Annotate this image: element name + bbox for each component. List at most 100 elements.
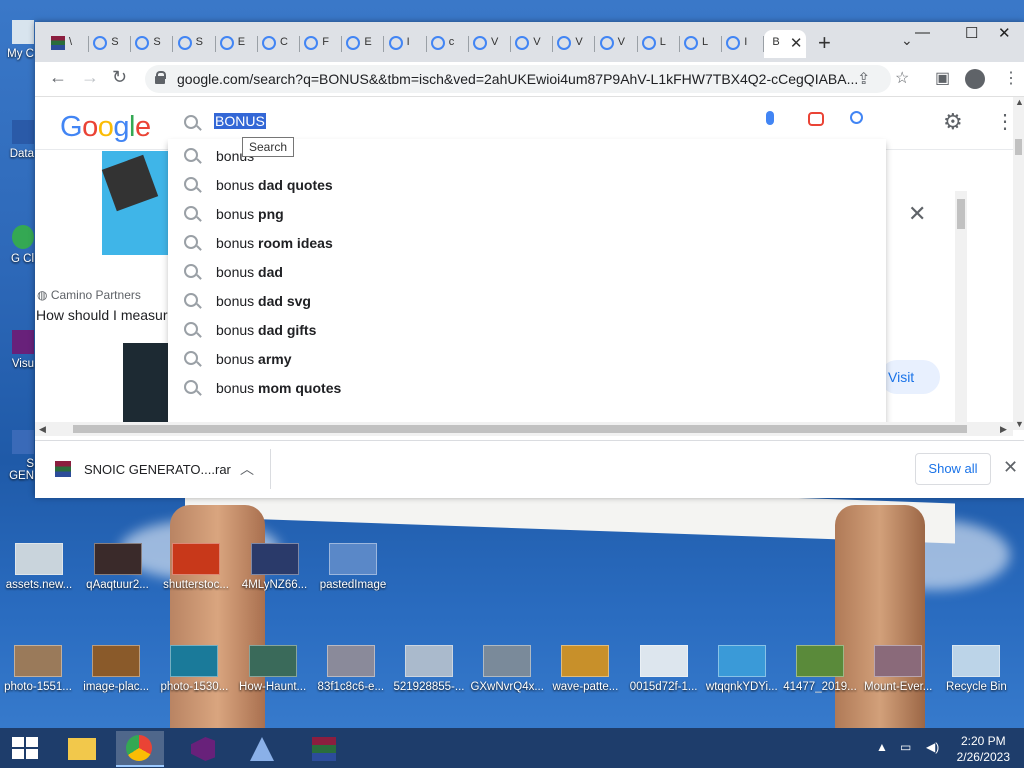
microphone-icon[interactable]: [766, 111, 774, 125]
tab-search-chevron-icon[interactable]: ⌄: [901, 32, 913, 49]
tab[interactable]: V: [469, 30, 511, 58]
taskbar-winrar[interactable]: [300, 731, 348, 765]
google-logo[interactable]: Google: [60, 111, 151, 144]
taskbar-chrome[interactable]: [116, 731, 164, 767]
result-image-thumbnail[interactable]: [101, 151, 168, 255]
tab[interactable]: S: [131, 30, 174, 58]
tab[interactable]: E: [216, 30, 258, 58]
volume-icon[interactable]: ◀): [926, 740, 939, 754]
desktop-icon[interactable]: qAaqtuur2...: [79, 543, 157, 591]
page-vertical-scrollbar[interactable]: ▲ ▼: [1013, 97, 1024, 430]
maximize-icon[interactable]: ☐: [965, 24, 978, 42]
tab[interactable]: E: [342, 30, 385, 58]
preview-scrollbar[interactable]: [955, 191, 967, 430]
tab[interactable]: S: [89, 30, 132, 58]
desktop-icon-visual-studio[interactable]: Visu: [0, 330, 34, 370]
desktop-icon[interactable]: GXwNvrQ4x...: [468, 645, 546, 693]
tab-active[interactable]: B ✕: [764, 30, 807, 58]
address-bar[interactable]: google.com/search?q=BONUS&&tbm=isch&ved=…: [145, 65, 891, 93]
tab[interactable]: C: [258, 30, 300, 58]
desktop-icon[interactable]: 4MLyNZ66...: [236, 543, 314, 591]
minimize-icon[interactable]: —: [915, 24, 930, 41]
scroll-thumb[interactable]: [1015, 139, 1022, 155]
result-source[interactable]: ◍ Camino Partners: [37, 288, 141, 302]
suggestion-item[interactable]: bonus mom quotes: [168, 373, 886, 402]
desktop-icon[interactable]: Recycle Bin: [937, 645, 1015, 693]
desktop-icon[interactable]: photo-1530...: [155, 645, 233, 693]
share-icon[interactable]: ⇪: [857, 69, 870, 89]
suggestion-item[interactable]: bonus room ideas: [168, 228, 886, 257]
scroll-thumb[interactable]: [73, 425, 967, 433]
tab[interactable]: \: [47, 30, 89, 58]
result-title[interactable]: How should I measure: [36, 307, 168, 323]
scroll-down-arrow-icon[interactable]: ▼: [1015, 419, 1024, 429]
forward-arrow-icon[interactable]: →: [81, 67, 99, 88]
desktop-icon[interactable]: 83f1c8c6-e...: [312, 645, 390, 693]
tab[interactable]: c: [427, 30, 469, 58]
show-hidden-icons-icon[interactable]: ▲: [876, 740, 888, 754]
settings-gear-icon[interactable]: ⚙: [943, 109, 963, 135]
taskbar-file-explorer[interactable]: [58, 731, 106, 765]
tab[interactable]: L: [638, 30, 680, 58]
back-arrow-icon[interactable]: ←: [49, 67, 67, 88]
scroll-right-arrow-icon[interactable]: ▶: [1000, 424, 1007, 435]
desktop-icon[interactable]: Mount-Ever...: [859, 645, 937, 693]
suggestion-item[interactable]: bonus army: [168, 344, 886, 373]
desktop-icon-my-computer[interactable]: My C: [0, 20, 34, 60]
url-text[interactable]: google.com/search?q=BONUS&&tbm=isch&ved=…: [177, 71, 857, 87]
desktop-icon[interactable]: wave-patte...: [546, 645, 624, 693]
search-box[interactable]: BONUS: [168, 105, 886, 139]
close-preview-icon[interactable]: ✕: [908, 201, 926, 227]
tab[interactable]: L: [680, 30, 722, 58]
search-submit-icon[interactable]: [850, 111, 863, 124]
download-file-name[interactable]: SNOIC GENERATO....rar: [84, 462, 231, 477]
search-input[interactable]: BONUS: [214, 113, 266, 129]
page-horizontal-scrollbar[interactable]: ◀ ▶: [35, 422, 1013, 436]
system-clock[interactable]: 2:20 PM 2/26/2023: [957, 733, 1010, 765]
suggestion-item[interactable]: bonus png: [168, 199, 886, 228]
apps-grid-icon[interactable]: ⋮⋮: [995, 109, 1013, 134]
suggestion-item[interactable]: bonus dad svg: [168, 286, 886, 315]
suggestion-item[interactable]: bonus dad: [168, 257, 886, 286]
close-download-bar-icon[interactable]: ✕: [1003, 457, 1018, 478]
desktop-icon[interactable]: 521928855-...: [390, 645, 468, 693]
desktop-icon[interactable]: image-plac...: [77, 645, 155, 693]
tab[interactable]: I: [722, 30, 765, 58]
network-icon[interactable]: ▭: [900, 740, 911, 754]
profile-avatar-icon[interactable]: [965, 69, 985, 89]
tab[interactable]: F: [300, 30, 343, 58]
scroll-left-arrow-icon[interactable]: ◀: [39, 424, 46, 435]
menu-kebab-icon[interactable]: ⋮: [1003, 68, 1019, 88]
taskbar-app[interactable]: [238, 731, 286, 765]
desktop-icon[interactable]: assets.new...: [0, 543, 78, 591]
desktop-icon[interactable]: shutterstoc...: [157, 543, 235, 591]
desktop-icon[interactable]: 41477_2019...: [781, 645, 859, 693]
result-image-thumbnail[interactable]: [123, 343, 168, 430]
visit-button[interactable]: Visit: [880, 360, 940, 394]
desktop-icon-generator[interactable]: S GEN: [0, 430, 34, 482]
desktop-icon-data[interactable]: Data: [0, 120, 34, 160]
bookmark-star-icon[interactable]: ☆: [895, 68, 909, 88]
suggestion-item[interactable]: bonus dad gifts: [168, 315, 886, 344]
side-panel-icon[interactable]: ▣: [935, 68, 950, 88]
chevron-up-icon[interactable]: ︿: [240, 459, 254, 479]
close-window-icon[interactable]: ✕: [998, 24, 1011, 42]
tab[interactable]: V: [553, 30, 596, 58]
desktop-icon[interactable]: wtqqnkYDYi...: [703, 645, 781, 693]
reload-icon[interactable]: ↻: [112, 67, 127, 88]
close-tab-icon[interactable]: ✕: [790, 34, 803, 52]
show-all-button[interactable]: Show all: [915, 453, 991, 485]
desktop-icon[interactable]: 0015d72f-1...: [625, 645, 703, 693]
desktop-icon[interactable]: How-Haunt...: [234, 645, 312, 693]
suggestion-item[interactable]: bonus dad quotes: [168, 170, 886, 199]
desktop-icon-chrome[interactable]: G Cl: [0, 225, 34, 265]
tab[interactable]: I: [385, 30, 427, 58]
tab[interactable]: V: [511, 30, 554, 58]
tab[interactable]: V: [596, 30, 638, 58]
desktop-icon[interactable]: photo-1551...: [0, 645, 77, 693]
taskbar-visual-studio[interactable]: [180, 731, 228, 765]
camera-lens-icon[interactable]: [808, 112, 824, 126]
desktop-icon[interactable]: pastedImage: [314, 543, 392, 591]
tab[interactable]: S: [174, 30, 216, 58]
scroll-up-arrow-icon[interactable]: ▲: [1015, 97, 1024, 107]
